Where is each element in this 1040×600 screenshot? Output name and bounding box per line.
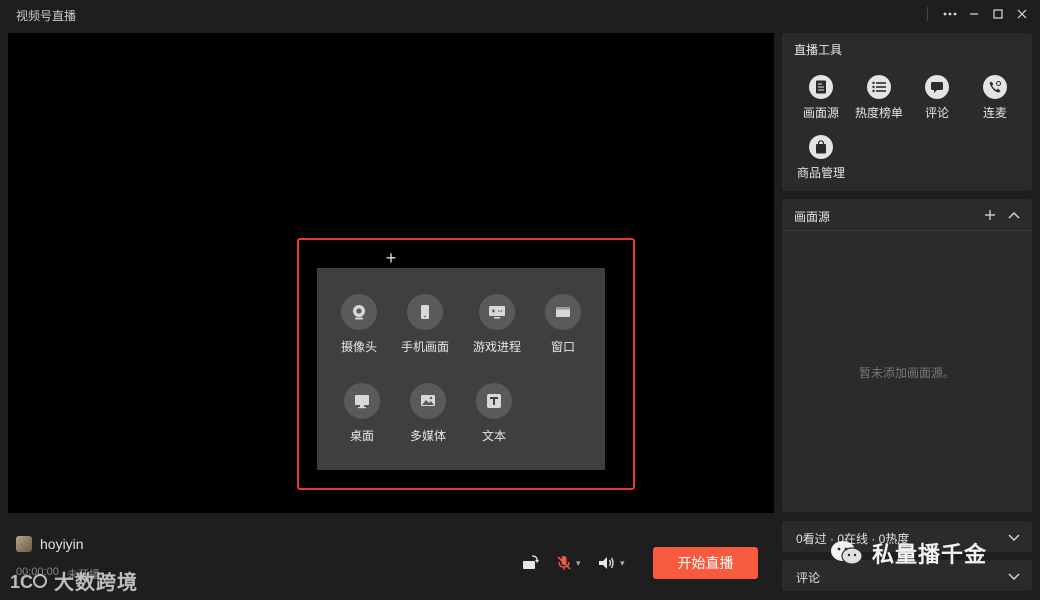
source-multimedia[interactable]: 多媒体 [391,383,465,444]
maximize-icon[interactable] [986,4,1010,24]
wechat-icon [831,541,863,565]
minimize-icon[interactable] [962,4,986,24]
source-text[interactable]: 文本 [457,383,531,444]
close-icon[interactable] [1010,4,1034,24]
source-label: 桌面 [349,429,374,443]
shopping-bag-icon [809,135,833,159]
avatar [16,536,32,552]
panel-title: 画面源 [794,210,831,224]
picture-sources-panel: 画面源 暂未添加画面源。 [782,199,1032,512]
start-live-button[interactable]: 开始直播 [653,547,758,579]
title-bar: 视频号直播 [0,0,1040,30]
source-game[interactable]: 游戏进程 [460,294,534,355]
collapse-sources-button[interactable] [1004,205,1024,225]
phone-icon [407,294,443,330]
app-title: 视频号直播 [16,8,77,23]
chevron-down-icon[interactable] [1006,529,1022,545]
source-camera[interactable]: 摄像头 [322,294,396,355]
empty-sources-message: 暂未添加画面源。 [858,366,955,380]
plus-icon [985,210,995,220]
sources-header: 画面源 [782,199,1032,231]
watermark-text: 大数跨境 [54,572,138,594]
camera-icon [341,294,377,330]
watermark-text: 私量播千金 [872,542,988,567]
watermark-logo-icon: 1C [10,572,47,592]
add-source-button[interactable] [980,205,1000,225]
tool-comments[interactable]: 评论 [907,75,967,121]
watermark-bottom-right: 私量播千金 [830,537,987,569]
source-label: 手机画面 [400,340,449,354]
source-label: 窗口 [550,340,575,354]
chevron-up-icon [1008,212,1020,219]
text-icon [476,383,512,419]
user-info: hoyiyin [16,536,84,552]
chevron-down-icon: ▾ [620,557,625,568]
microphone-muted-icon [557,556,571,570]
call-icon [983,75,1007,99]
tool-sources[interactable]: 画面源 [791,75,851,121]
game-icon [479,294,515,330]
list-icon [867,75,891,99]
tool-popularity-ranking[interactable]: 热度榜单 [849,75,909,121]
speaker-icon [599,557,614,569]
live-tools-panel: 直播工具 画面源 热度榜单 评论 连麦 商品管理 [782,33,1032,191]
window-icon [545,294,581,330]
tool-co-host[interactable]: 连麦 [965,75,1025,121]
desktop-icon [344,383,380,419]
tool-label: 商品管理 [796,166,845,180]
watermark-bottom-left: 1C 大数跨境 [10,566,138,595]
chevron-down-icon[interactable] [1006,568,1022,584]
svg-text:1C: 1C [10,572,33,592]
tool-product-management[interactable]: 商品管理 [791,135,851,181]
tool-label: 画面源 [802,106,839,120]
microphone-toggle[interactable]: ▾ [555,553,581,573]
tool-label: 连麦 [982,106,1007,120]
panel-title: 直播工具 [794,43,843,57]
comments-title: 评论 [796,571,821,585]
comment-icon [925,75,949,99]
source-label: 游戏进程 [472,340,521,354]
source-window[interactable]: 窗口 [526,294,600,355]
document-icon [809,75,833,99]
image-icon [410,383,446,419]
source-desktop[interactable]: 桌面 [325,383,399,444]
source-phone[interactable]: 手机画面 [388,294,462,355]
tool-label: 热度榜单 [854,106,903,120]
source-label: 多媒体 [409,429,446,443]
username: hoyiyin [40,536,84,552]
rotate-icon [523,555,539,569]
chevron-down-icon: ▾ [576,557,581,568]
source-label: 摄像头 [340,340,377,354]
rotate-orientation-button[interactable] [521,553,541,573]
source-type-menu: 摄像头 手机画面 游戏进程 窗口 桌面 多媒体 文本 [317,268,605,470]
speaker-toggle[interactable]: ▾ [597,553,625,573]
window-controls [927,4,1034,24]
tool-label: 评论 [924,106,949,120]
window-controls-divider [927,7,928,21]
source-label: 文本 [481,429,506,443]
more-options-icon[interactable] [938,4,962,24]
